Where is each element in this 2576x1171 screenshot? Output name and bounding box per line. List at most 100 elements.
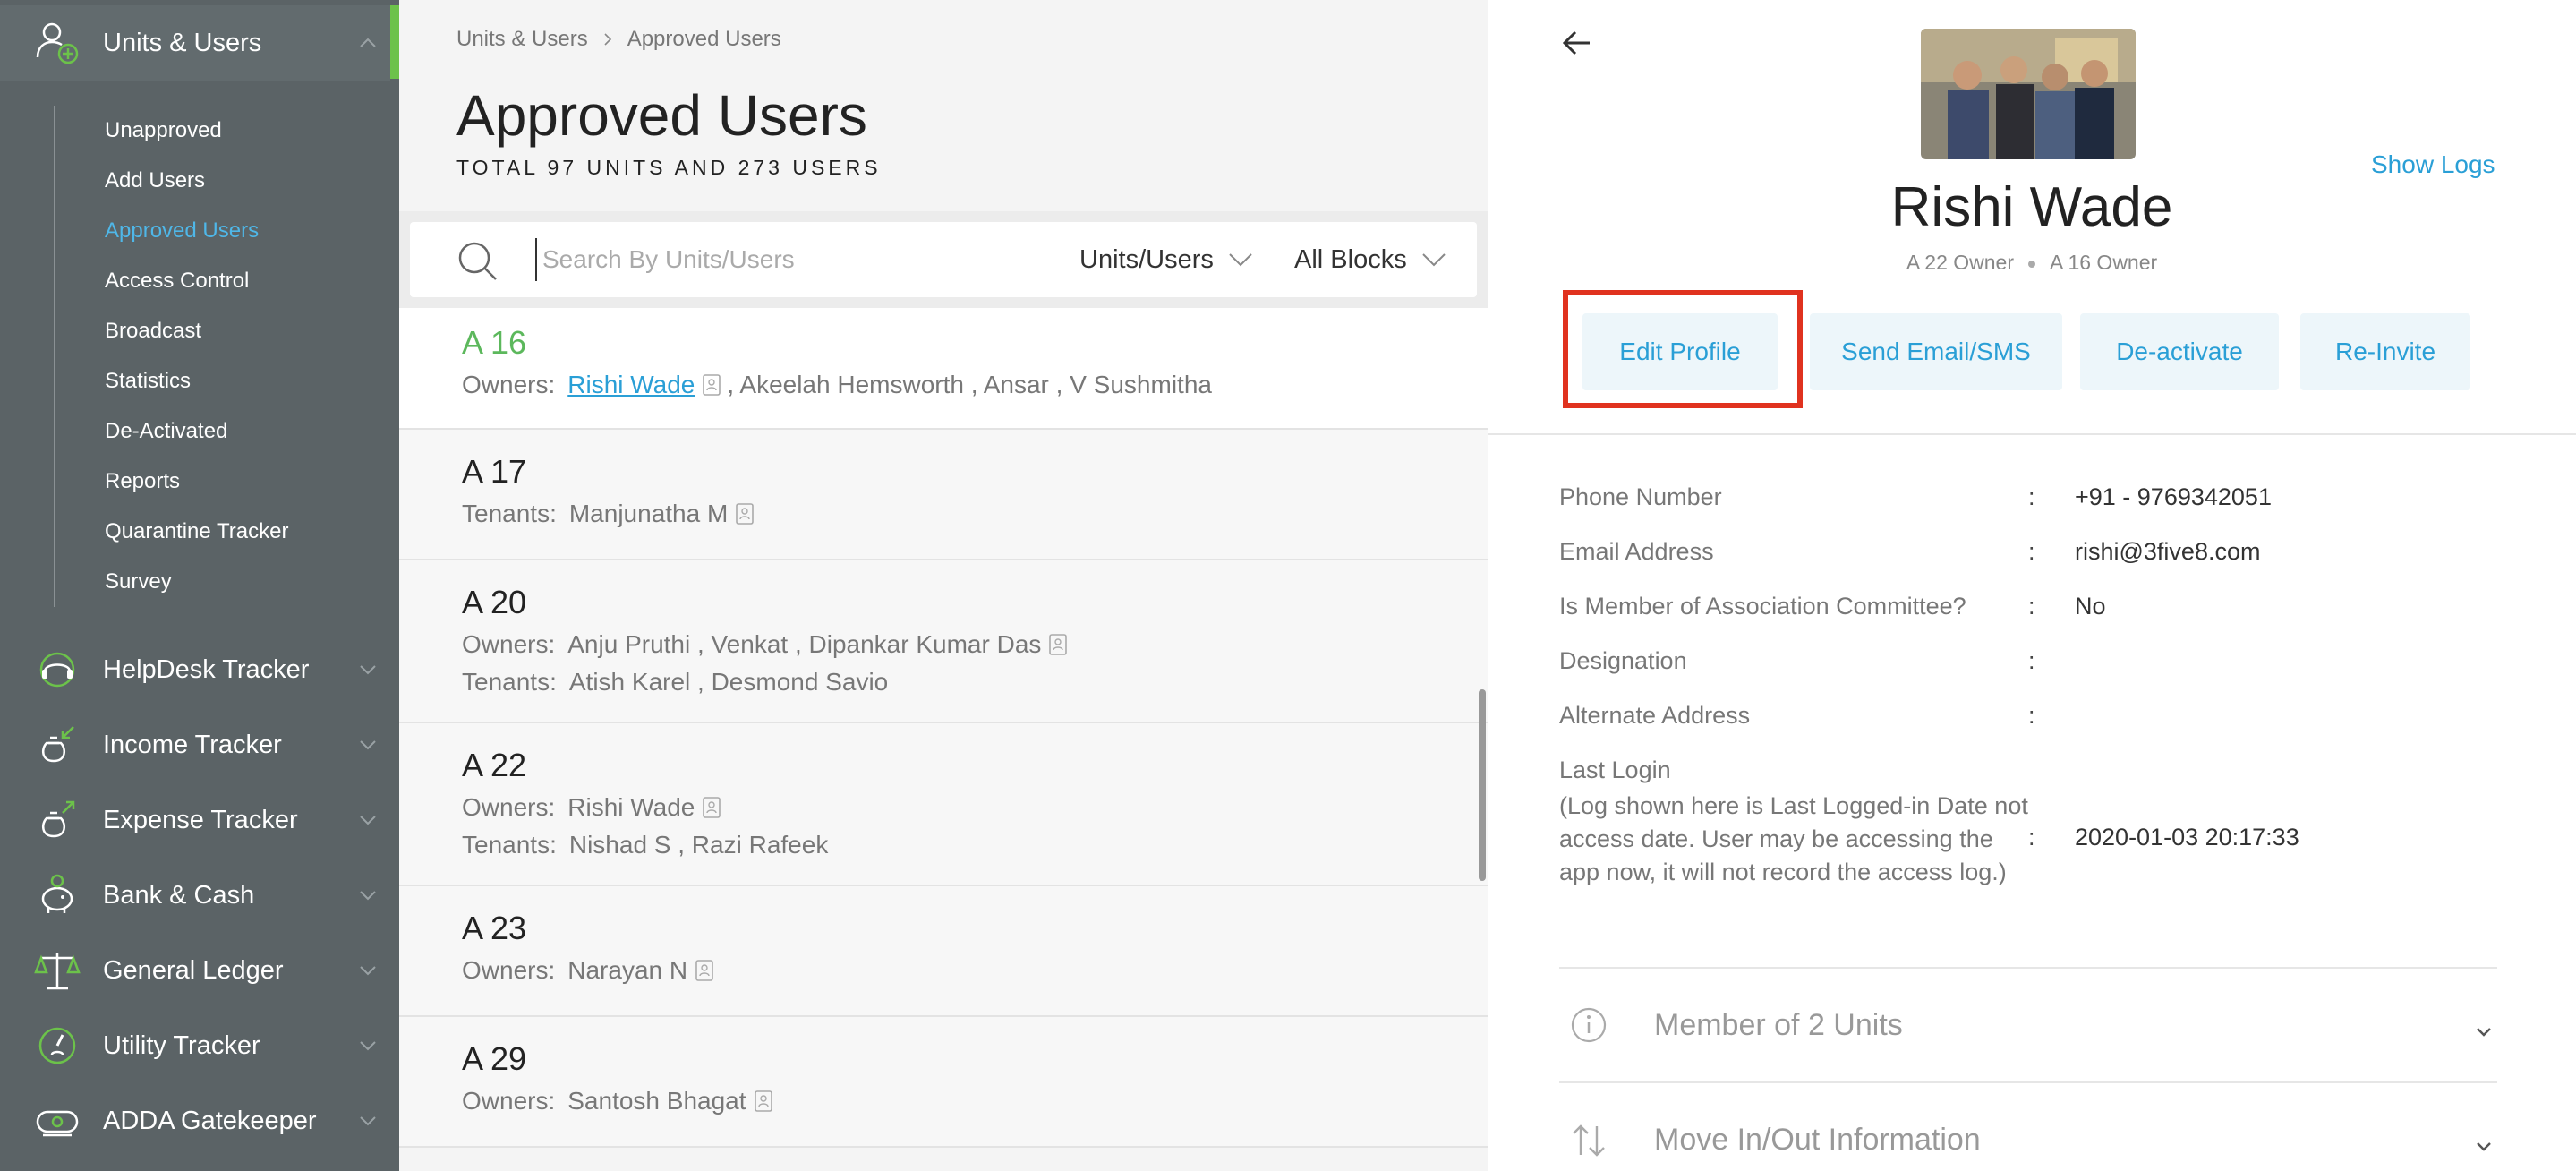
list-item[interactable]: A 29 Owners: Santosh Bhagat [399,1017,1488,1148]
nav-bank-cash-label: Bank & Cash [103,880,255,910]
user-names: Nishad S , Razi Rafeek [568,831,829,859]
move-in-out-label: Move In/Out Information [1654,1123,1981,1157]
nav-utility-tracker[interactable]: Utility Tracker [0,1008,390,1083]
search-bar: Units/Users All Blocks [410,222,1477,297]
back-arrow-icon[interactable] [1559,25,1595,61]
subnav-add-users[interactable]: Add Users [105,168,205,193]
list-item[interactable]: A 16 Owners: Rishi Wade , Akeelah Hemswo… [399,308,1488,430]
unit-name[interactable]: A 17 [462,453,526,491]
chevron-down-icon[interactable] [356,658,380,681]
role-badge: A 22 Owner [1906,251,2014,274]
field-label: Phone Number [1559,483,1722,510]
list-item[interactable]: A 17 Tenants: Manjunatha M [399,430,1488,560]
divider [1488,433,2576,435]
filter-type-dropdown[interactable]: Units/Users [1079,222,1255,297]
nav-adda-gatekeeper[interactable]: ADDA Gatekeeper [0,1083,390,1158]
chevron-down-icon[interactable] [356,733,380,756]
chevron-up-icon[interactable] [356,31,380,55]
chevron-down-icon [2477,1142,2491,1151]
role-label: Owners: [462,793,556,821]
nav-income-tracker[interactable]: Income Tracker [0,707,390,782]
deactivate-button[interactable]: De-activate [2080,313,2279,390]
subnav-approved-users[interactable]: Approved Users [105,218,259,244]
chevron-down-icon[interactable] [356,959,380,982]
contact-book-icon[interactable] [702,796,723,819]
send-email-sms-button[interactable]: Send Email/SMS [1810,313,2062,390]
role-label: Tenants: [462,668,557,696]
contact-book-icon[interactable] [702,373,723,397]
field-label: Email Address [1559,538,1714,565]
subnav-access-control[interactable]: Access Control [105,269,249,294]
subnav-quarantine-tracker[interactable]: Quarantine Tracker [105,519,288,544]
unit-name[interactable]: A 29 [462,1040,526,1078]
nav-general-ledger[interactable]: General Ledger [0,933,390,1008]
nav-expense-label: Expense Tracker [103,805,298,834]
role-label: Owners: [462,1087,556,1115]
contact-book-icon[interactable] [735,502,756,526]
nav-expense-tracker[interactable]: Expense Tracker [0,782,390,858]
scales-icon [34,953,81,990]
list-item[interactable]: A 23 Owners: Narayan N [399,886,1488,1017]
nav-income-label: Income Tracker [103,730,282,759]
search-area: Units/Users All Blocks [399,211,1488,308]
chevron-down-icon[interactable] [356,884,380,907]
subnav-reports[interactable]: Reports [105,469,180,494]
expense-icon [41,800,75,838]
unit-name[interactable]: A 20 [462,584,526,621]
chevron-down-icon[interactable] [356,1109,380,1133]
email-value: rishi@3five8.com [2075,538,2261,565]
chevron-down-icon[interactable] [356,808,380,832]
subnav-de-activated[interactable]: De-Activated [105,419,227,444]
member-units-accordion[interactable]: Member of 2 Units [1559,967,2497,1081]
field-colon: : [2028,647,2035,674]
role-label: Owners: [462,371,556,398]
breadcrumb-units-users[interactable]: Units & Users [456,27,588,52]
field-label: Alternate Address [1559,702,1751,729]
subnav-survey[interactable]: Survey [105,569,172,594]
chevron-down-icon[interactable] [356,1034,380,1057]
user-link[interactable]: Rishi Wade [567,371,695,399]
last-login-value: 2020-01-03 20:17:33 [2075,824,2299,850]
nav-general-ledger-label: General Ledger [103,955,284,985]
field-label: Is Member of Association Committee? [1559,593,1966,620]
avatar [1921,29,2136,159]
nav-bank-cash[interactable]: Bank & Cash [0,858,390,933]
nav-units-users[interactable]: Units & Users [0,5,390,81]
filter-block-dropdown[interactable]: All Blocks [1294,222,1448,297]
contact-book-icon[interactable] [754,1090,775,1113]
move-in-out-accordion[interactable]: Move In/Out Information [1559,1081,2497,1171]
sidebar: Units & Users Unapproved Add Users Appro… [0,0,399,1171]
unit-tenants-line: Tenants: Manjunatha M [462,500,760,528]
subnav-statistics[interactable]: Statistics [105,369,191,394]
page-title: Approved Users [456,83,867,148]
list-item[interactable]: A 22 Owners: Rishi Wade Tenants: Nishad … [399,723,1488,886]
user-names: Manjunatha M [568,500,729,527]
field-colon: : [2028,483,2035,510]
role-label: Owners: [462,956,556,984]
role-label: Owners: [462,630,556,658]
unit-name[interactable]: A 16 [462,324,526,362]
role-label: Tenants: [462,500,557,527]
nav-utility-label: Utility Tracker [103,1030,260,1060]
nav-gatekeeper-label: ADDA Gatekeeper [103,1106,317,1135]
nav-helpdesk-tracker[interactable]: HelpDesk Tracker [0,632,390,707]
phone-value: +91 - 9769342051 [2075,483,2272,510]
subnav-broadcast[interactable]: Broadcast [105,319,201,344]
list-scrollbar[interactable] [1479,689,1486,881]
user-name: Rishi Wade [1890,176,2173,238]
swap-arrows-icon [1573,1124,1605,1157]
reinvite-button[interactable]: Re-Invite [2300,313,2470,390]
highlight-box [1563,290,1803,408]
nav-helpdesk-label: HelpDesk Tracker [103,654,310,684]
list-item[interactable]: A 20 Owners: Anju Pruthi , Venkat , Dipa… [399,560,1488,723]
search-input[interactable] [535,238,1001,281]
info-circle-icon [1571,1007,1607,1043]
piggy-bank-icon [41,874,73,913]
subnav-unapproved[interactable]: Unapproved [105,118,222,143]
unit-name[interactable]: A 22 [462,747,526,784]
contact-book-icon[interactable] [695,959,716,982]
field-colon: : [2028,593,2035,620]
unit-name[interactable]: A 23 [462,910,526,947]
role-label: Tenants: [462,831,557,859]
contact-book-icon[interactable] [1048,633,1070,656]
